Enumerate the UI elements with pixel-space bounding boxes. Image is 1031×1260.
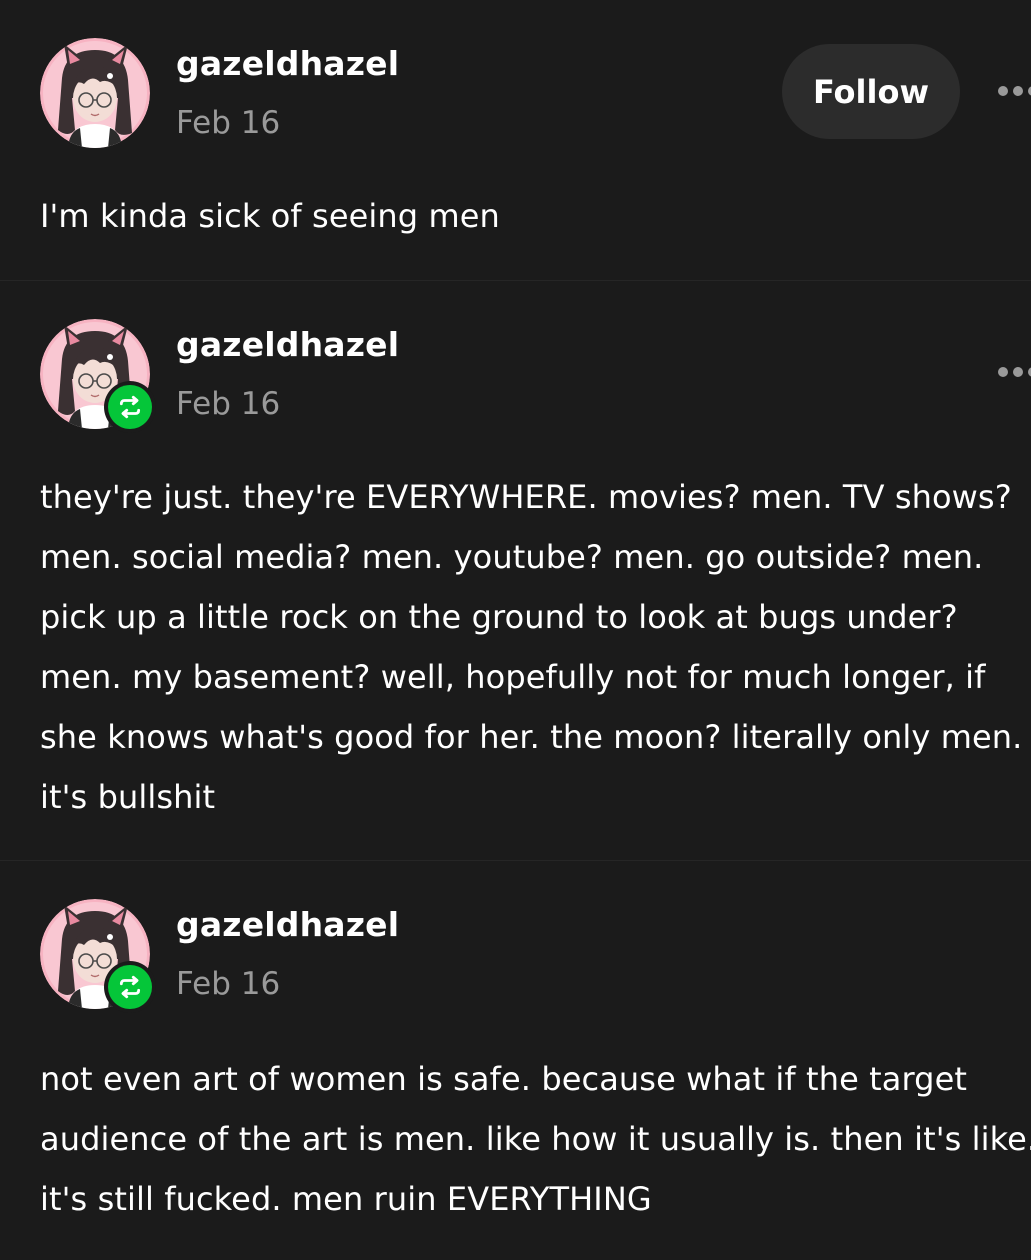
post-username[interactable]: gazeldhazel [176, 44, 399, 83]
reblog-badge [104, 961, 156, 1013]
post-body: not even art of women is safe. because w… [40, 1060, 1031, 1218]
post-2: gazeldhazel Feb 16 they're just. they're… [0, 280, 1031, 860]
avatar-icon [40, 38, 150, 148]
post-username[interactable]: gazeldhazel [176, 325, 399, 364]
more-options-icon[interactable] [998, 365, 1031, 379]
post-3: gazeldhazel Feb 16 not even art of women… [0, 860, 1031, 1260]
post-date[interactable]: Feb 16 [176, 966, 280, 1002]
post-body: they're just. they're EVERYWHERE. movies… [40, 478, 1023, 816]
post-body: I'm kinda sick of seeing men [40, 197, 500, 235]
post-date[interactable]: Feb 16 [176, 105, 280, 141]
reblog-badge [104, 381, 156, 433]
reblog-icon [119, 975, 141, 999]
avatar[interactable] [40, 38, 150, 148]
post-username[interactable]: gazeldhazel [176, 905, 399, 944]
reblog-icon [119, 395, 141, 419]
avatar[interactable] [40, 319, 156, 433]
more-options-icon[interactable] [998, 84, 1031, 98]
follow-button[interactable]: Follow [782, 44, 960, 139]
post-date[interactable]: Feb 16 [176, 386, 280, 422]
avatar[interactable] [40, 899, 156, 1013]
post-1: gazeldhazel Feb 16 Follow I'm kinda sick… [0, 0, 1031, 280]
